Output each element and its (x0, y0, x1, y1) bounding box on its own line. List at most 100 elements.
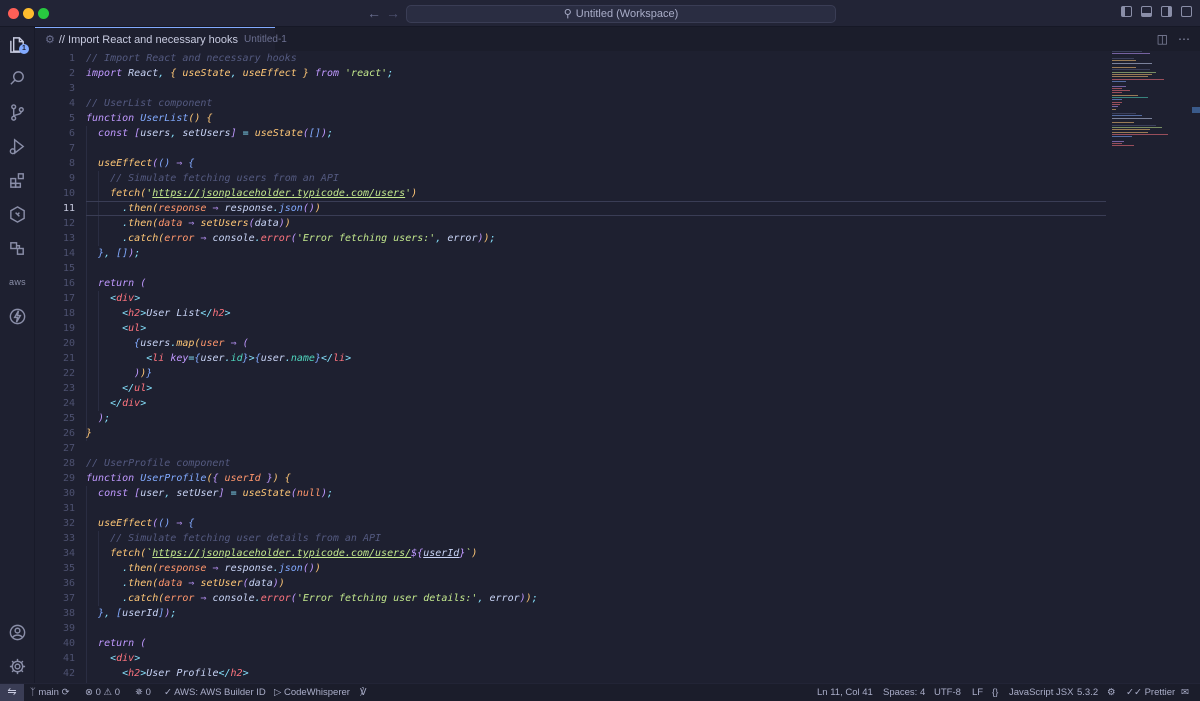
minimap-line (1112, 51, 1142, 52)
lightning-icon (9, 308, 26, 324)
maximize-window-button[interactable] (38, 8, 49, 19)
language-mode[interactable]: JavaScript JSX (1009, 684, 1073, 701)
minimap-line (1112, 69, 1150, 71)
code-editor[interactable]: 1 2 3 4 5 6 7 8 9 10 11 12 13 14 15 16 17 18 19 20 21 22 23 24 2… (35, 51, 1200, 683)
minimap-line (1112, 90, 1130, 92)
scrollbar-thumb[interactable] (1192, 107, 1200, 113)
line-number: 5 (68, 113, 75, 124)
code-line: }, []); (98, 248, 141, 259)
minimap-line (1112, 136, 1132, 138)
arrow-left-icon[interactable]: ← (367, 5, 381, 21)
toggle-secondary-sidebar-icon[interactable] (1161, 6, 1172, 17)
manage-button[interactable] (0, 651, 35, 681)
minimap-line (1112, 124, 1156, 126)
layout-controls (1121, 6, 1192, 17)
line-number: 39 (62, 623, 75, 634)
cursor-position[interactable]: Ln 11, Col 41 (817, 684, 873, 701)
code-line: .then(data ⇒ setUser(data)) (122, 578, 285, 589)
line-number: 4 (68, 98, 75, 109)
line-number: 6 (68, 128, 75, 139)
source-control-button[interactable] (0, 97, 35, 127)
extensions-button[interactable] (0, 165, 35, 195)
testing-button[interactable] (0, 233, 35, 263)
remote-explorer-button[interactable] (0, 199, 35, 229)
aws-toolkit-button[interactable]: aws (0, 267, 35, 297)
search-button[interactable] (0, 63, 35, 93)
line-number: 36 (62, 578, 75, 589)
code-line: </div> (110, 398, 147, 409)
line-number: 29 (62, 473, 75, 484)
bell-icon[interactable]: ⚙ (1107, 684, 1116, 701)
line-number: 2 (68, 68, 75, 79)
current-code-line: .then(response ⇒ response.json()) (86, 201, 1106, 216)
minimap-line (1112, 145, 1134, 147)
problems-indicator[interactable]: ⊗ 0 ⚠ 0 (85, 684, 120, 701)
tab-name: // Import React and necessary hooks (58, 33, 239, 46)
extension-icon[interactable]: ℣ (360, 684, 367, 701)
toggle-primary-sidebar-icon[interactable] (1121, 6, 1132, 17)
line-number: 32 (62, 518, 75, 529)
notifications-icon[interactable]: ✉ (1181, 684, 1189, 701)
aws-connection[interactable]: ✓ AWS: AWS Builder ID (164, 684, 266, 701)
split-editor-icon[interactable]: ◫ (1157, 32, 1168, 46)
encoding[interactable]: UTF-8 (934, 684, 961, 701)
code-line: // Import React and necessary hooks (86, 53, 297, 64)
tab-actions: ◫ ⋯ (1157, 32, 1190, 46)
arrow-right-icon[interactable]: → (386, 5, 400, 21)
search-icon: ⚲ (563, 8, 572, 20)
line-number: 3 (68, 83, 75, 94)
double-check-icon: ✓✓ (1126, 687, 1145, 698)
toggle-panel-icon[interactable] (1141, 6, 1152, 17)
code-line: // Simulate fetching users from an API (110, 173, 339, 184)
code-line: }, [userId]); (98, 608, 177, 619)
command-center[interactable]: ⚲ Untitled (Workspace) (406, 5, 836, 23)
typescript-version[interactable]: 5.3.2 (1077, 684, 1098, 701)
end-of-line[interactable]: LF (972, 684, 983, 701)
gear-icon (9, 658, 26, 674)
code-line: {users.map(user ⇒ ( (134, 338, 249, 349)
code-line: function UserProfile({ userId }) { (86, 473, 291, 484)
code-line: .then(response ⇒ response.json()) (122, 563, 321, 574)
extensions-icon (10, 172, 24, 188)
customize-layout-icon[interactable] (1181, 6, 1192, 17)
codewhisperer-button[interactable]: ▷ CodeWhisperer (274, 684, 350, 701)
code-line: </ul> (122, 383, 153, 394)
braces-icon: {} (992, 687, 999, 698)
search-icon (10, 70, 24, 85)
ports-indicator[interactable]: ✵ 0 (135, 684, 151, 701)
code-line: <h2>User Profile</h2> (122, 668, 249, 679)
line-number: 40 (62, 638, 75, 649)
code-line: import React, { useState, useEffect } fr… (86, 68, 394, 79)
line-number: 19 (62, 323, 75, 334)
explorer-button[interactable]: 1 (0, 29, 35, 59)
minimap-line (1112, 92, 1122, 94)
more-actions-icon[interactable]: ⋯ (1178, 32, 1190, 46)
code-line: .catch(error ⇒ console.error('Error fetc… (122, 593, 538, 604)
code-line: } (86, 428, 93, 439)
line-number: 1 (68, 53, 75, 64)
editor-tab[interactable]: ⚙ // Import React and necessary hooks Un… (35, 27, 287, 51)
indentation[interactable]: Spaces: 4 (883, 684, 925, 701)
code-line: <ul> (122, 323, 147, 334)
editor-tab-bar: ⚙ // Import React and necessary hooks Un… (35, 27, 1200, 51)
code-line: ))} (134, 368, 153, 379)
code-line: const [user, setUser] = useState(null); (98, 488, 334, 499)
run-debug-button[interactable] (0, 131, 35, 161)
line-number: 14 (62, 248, 75, 259)
close-window-button[interactable] (8, 8, 19, 19)
branch-indicator[interactable]: ᛉ main ⟳ (30, 684, 70, 701)
line-number: 13 (62, 233, 75, 244)
minimap-line (1112, 57, 1134, 59)
minimize-window-button[interactable] (23, 8, 34, 19)
line-number: 17 (62, 293, 75, 304)
line-number: 34 (62, 548, 75, 559)
code-line: return ( (98, 638, 147, 649)
remote-indicator-icon[interactable]: ⇋ (0, 684, 24, 701)
minimap[interactable] (1112, 51, 1192, 151)
lightning-button[interactable] (0, 301, 35, 331)
prettier-button[interactable]: ✓✓ Prettier (1126, 684, 1175, 701)
status-bar: ⇋ ᛉ main ⟳ ⊗ 0 ⚠ 0 ✵ 0 ✓ AWS: AWS Builde… (0, 683, 1200, 701)
accounts-button[interactable] (0, 617, 35, 647)
minimap-line (1112, 71, 1156, 73)
code-line: // UserProfile component (86, 458, 231, 469)
